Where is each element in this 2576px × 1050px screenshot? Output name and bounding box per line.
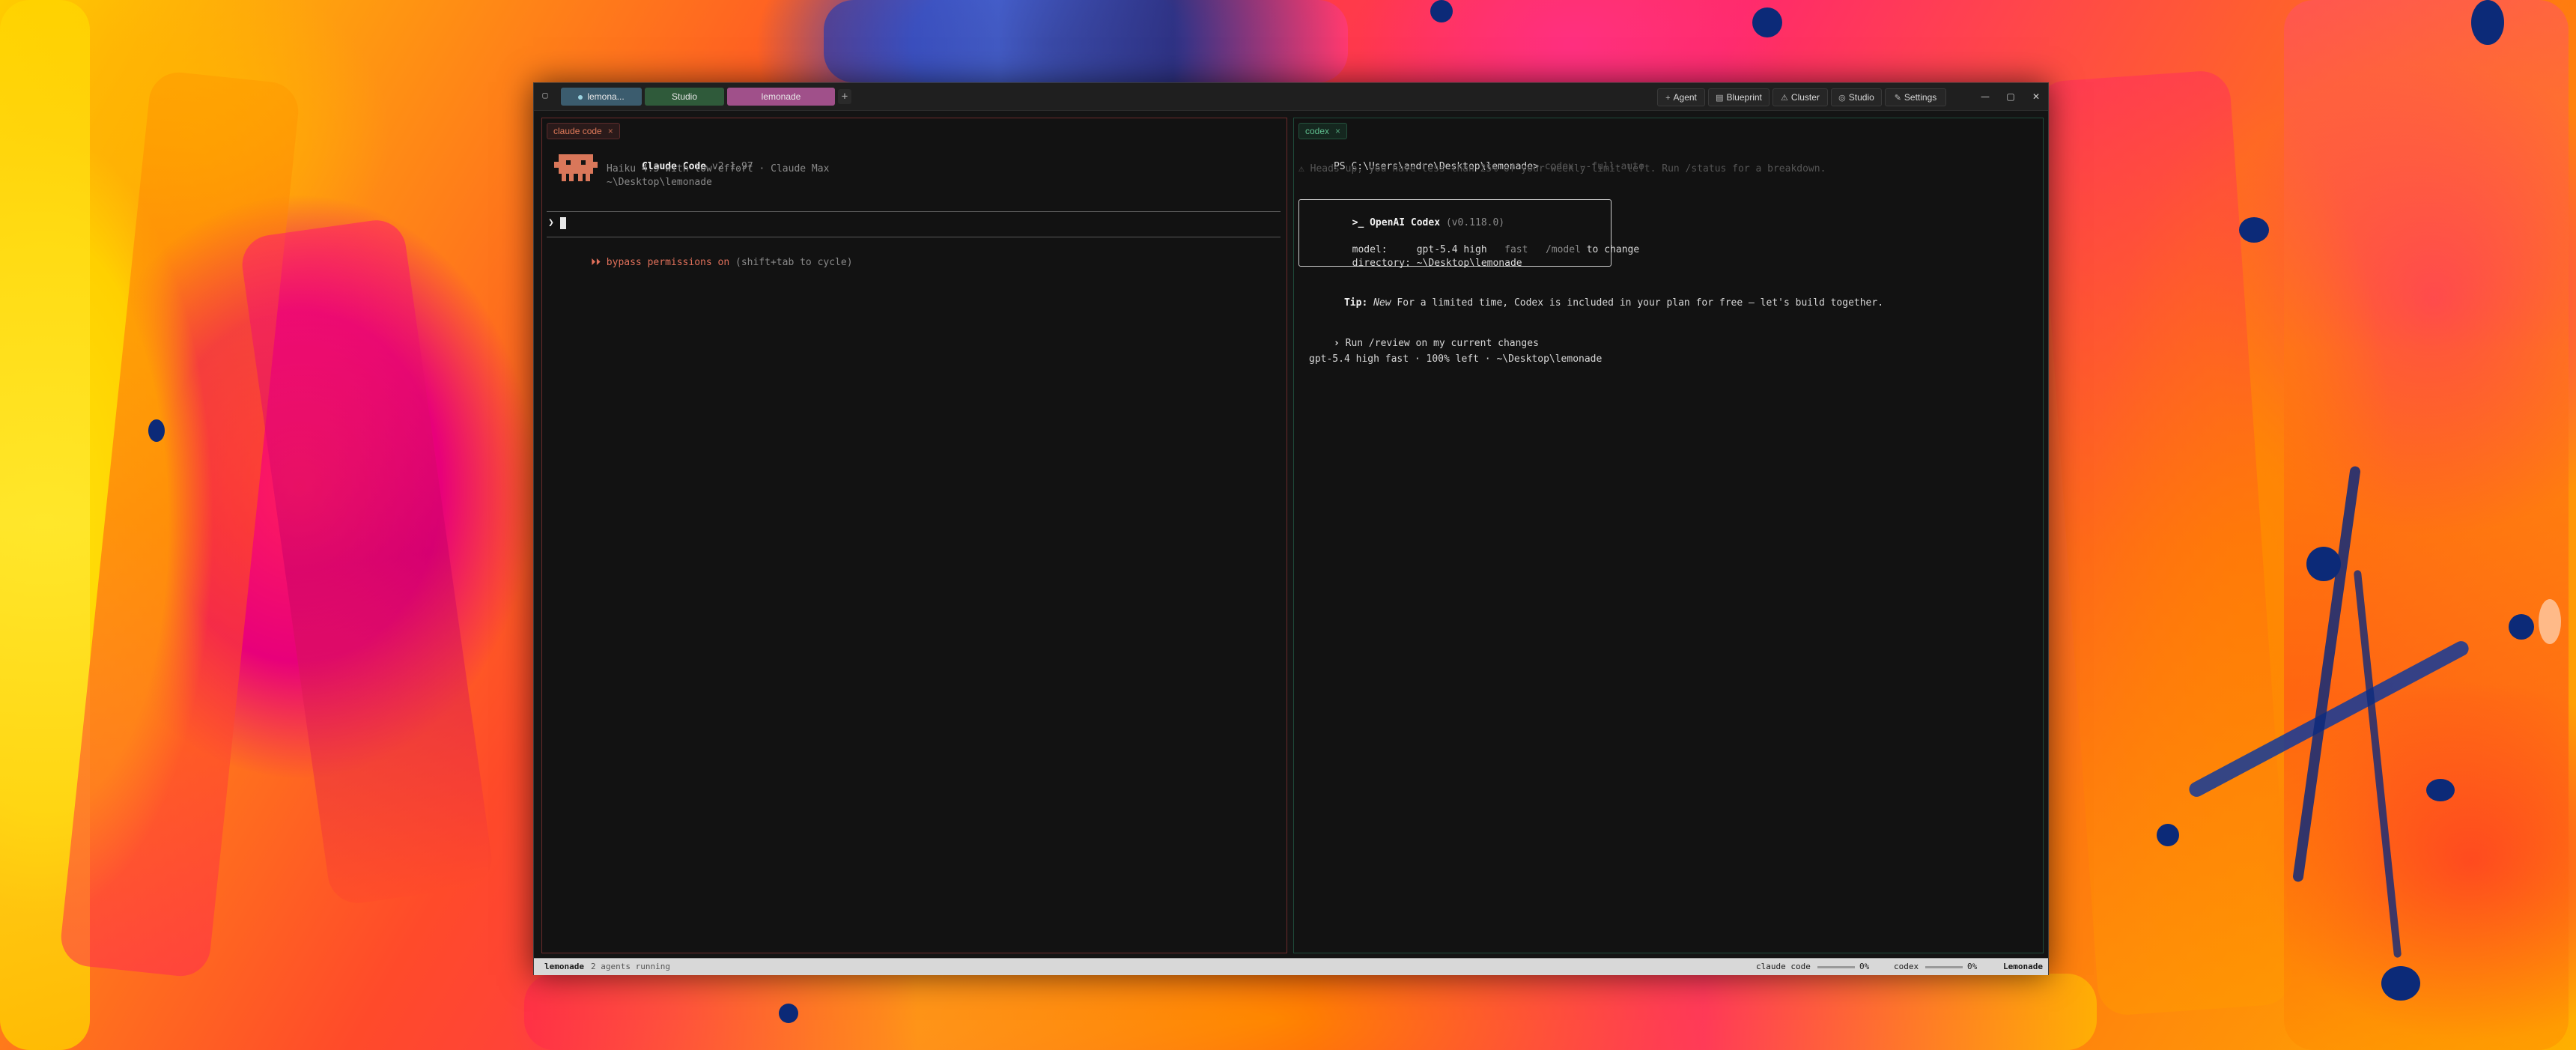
model-line: Haiku 4.5 with low effort · Claude Max (607, 163, 830, 175)
tab-lemonade-short[interactable]: lemona... (561, 88, 642, 106)
status-session-codex[interactable]: codex (1894, 959, 1919, 975)
codex-title: OpenAI Codex (1370, 217, 1441, 228)
agent-button[interactable]: + Agent (1657, 88, 1705, 106)
close-icon[interactable]: × (608, 126, 613, 136)
plus-icon: + (1665, 94, 1671, 103)
session-dot-icon (578, 94, 583, 100)
codex-status-line: gpt-5.4 high fast · 100% left · ~\Deskto… (1309, 353, 1603, 365)
mode-text: bypass permissions on (606, 257, 730, 268)
wrench-icon: ✎ (1894, 94, 1901, 103)
cluster-button[interactable]: ⚠ Cluster (1772, 88, 1828, 106)
minimize-button[interactable]: — (1976, 88, 1994, 105)
directory-label: directory: (1352, 258, 1411, 269)
studio-icon: ◎ (1838, 94, 1846, 103)
blueprint-button[interactable]: ▤ Blueprint (1708, 88, 1770, 106)
mode-hint: (shift+tab to cycle) (735, 257, 853, 268)
close-button[interactable]: ✕ (2027, 88, 2045, 105)
tip-text: For a limited time, Codex is included in… (1397, 297, 1884, 309)
suggestion-text: Run /review on my current changes (1345, 338, 1539, 349)
studio-button[interactable]: ◎ Studio (1831, 88, 1882, 106)
tab-studio[interactable]: Studio (645, 88, 724, 106)
codex-info-box: >_ OpenAI Codex (v0.118.0) model: gpt-5.… (1298, 199, 1639, 269)
window-menu-icon[interactable]: ▢ (540, 90, 550, 100)
status-session-claude-value: 0% (1859, 962, 1870, 971)
settings-button[interactable]: ✎ Settings (1885, 88, 1946, 106)
maximize-button[interactable]: ▢ (2002, 88, 2020, 105)
codex-usage-bar (1925, 966, 1963, 968)
prompt-caret: ❯ (548, 217, 554, 228)
directory-value: ~\Desktop\lemonade (1416, 258, 1522, 269)
limit-warning: ⚠ Heads up, you have less than 25% of yo… (1298, 163, 1826, 175)
working-directory: ~\Desktop\lemonade (607, 177, 712, 188)
status-session-claude[interactable]: claude code (1756, 959, 1811, 975)
cluster-icon: ⚠ (1781, 94, 1788, 103)
claude-code-pane[interactable]: claude code × Claude Code v2.1.97 Haiku 4… (541, 118, 1287, 953)
tip-label: Tip: (1343, 297, 1368, 309)
pane-tab-claude-code[interactable]: claude code × (547, 123, 620, 139)
model-hint-text: to change (1586, 244, 1640, 255)
prompt-input[interactable] (560, 216, 1276, 231)
status-bar: lemonade 2 agents running claude code 0%… (534, 958, 2048, 975)
add-tab-button[interactable]: + (838, 89, 851, 104)
claude-mascot-icon (554, 154, 598, 181)
tab-lemonade[interactable]: lemonade (727, 88, 835, 106)
status-project: lemonade (544, 962, 584, 971)
text-cursor (560, 217, 566, 229)
tip-new-badge: New (1373, 297, 1391, 309)
suggestion-caret-icon: › (1333, 338, 1340, 349)
prompt-divider-top (547, 211, 1281, 212)
codex-version: (v0.118.0) (1445, 217, 1505, 228)
title-bar: ▢ lemona... Studio lemonade + + Agent ▤ Bl… (534, 83, 2048, 111)
status-agents: 2 agents running (591, 962, 670, 971)
status-brand: Lemonade (2003, 962, 2043, 971)
status-session-codex-value: 0% (1967, 962, 1978, 971)
model-hint-command: /model (1545, 244, 1581, 255)
app-window: ▢ lemona... Studio lemonade + + Agent ▤ Bl… (533, 82, 2049, 975)
close-icon[interactable]: × (1335, 126, 1340, 136)
claude-usage-bar (1817, 966, 1855, 968)
mode-arrows-icon: ⏵⏵ (590, 257, 601, 268)
pane-tab-codex[interactable]: codex × (1298, 123, 1348, 139)
codex-pane[interactable]: codex × PS C:\Users\andre\Desktop\lemonad… (1293, 118, 2044, 953)
blueprint-icon: ▤ (1716, 94, 1724, 103)
codex-prompt-icon: >_ (1352, 217, 1364, 228)
